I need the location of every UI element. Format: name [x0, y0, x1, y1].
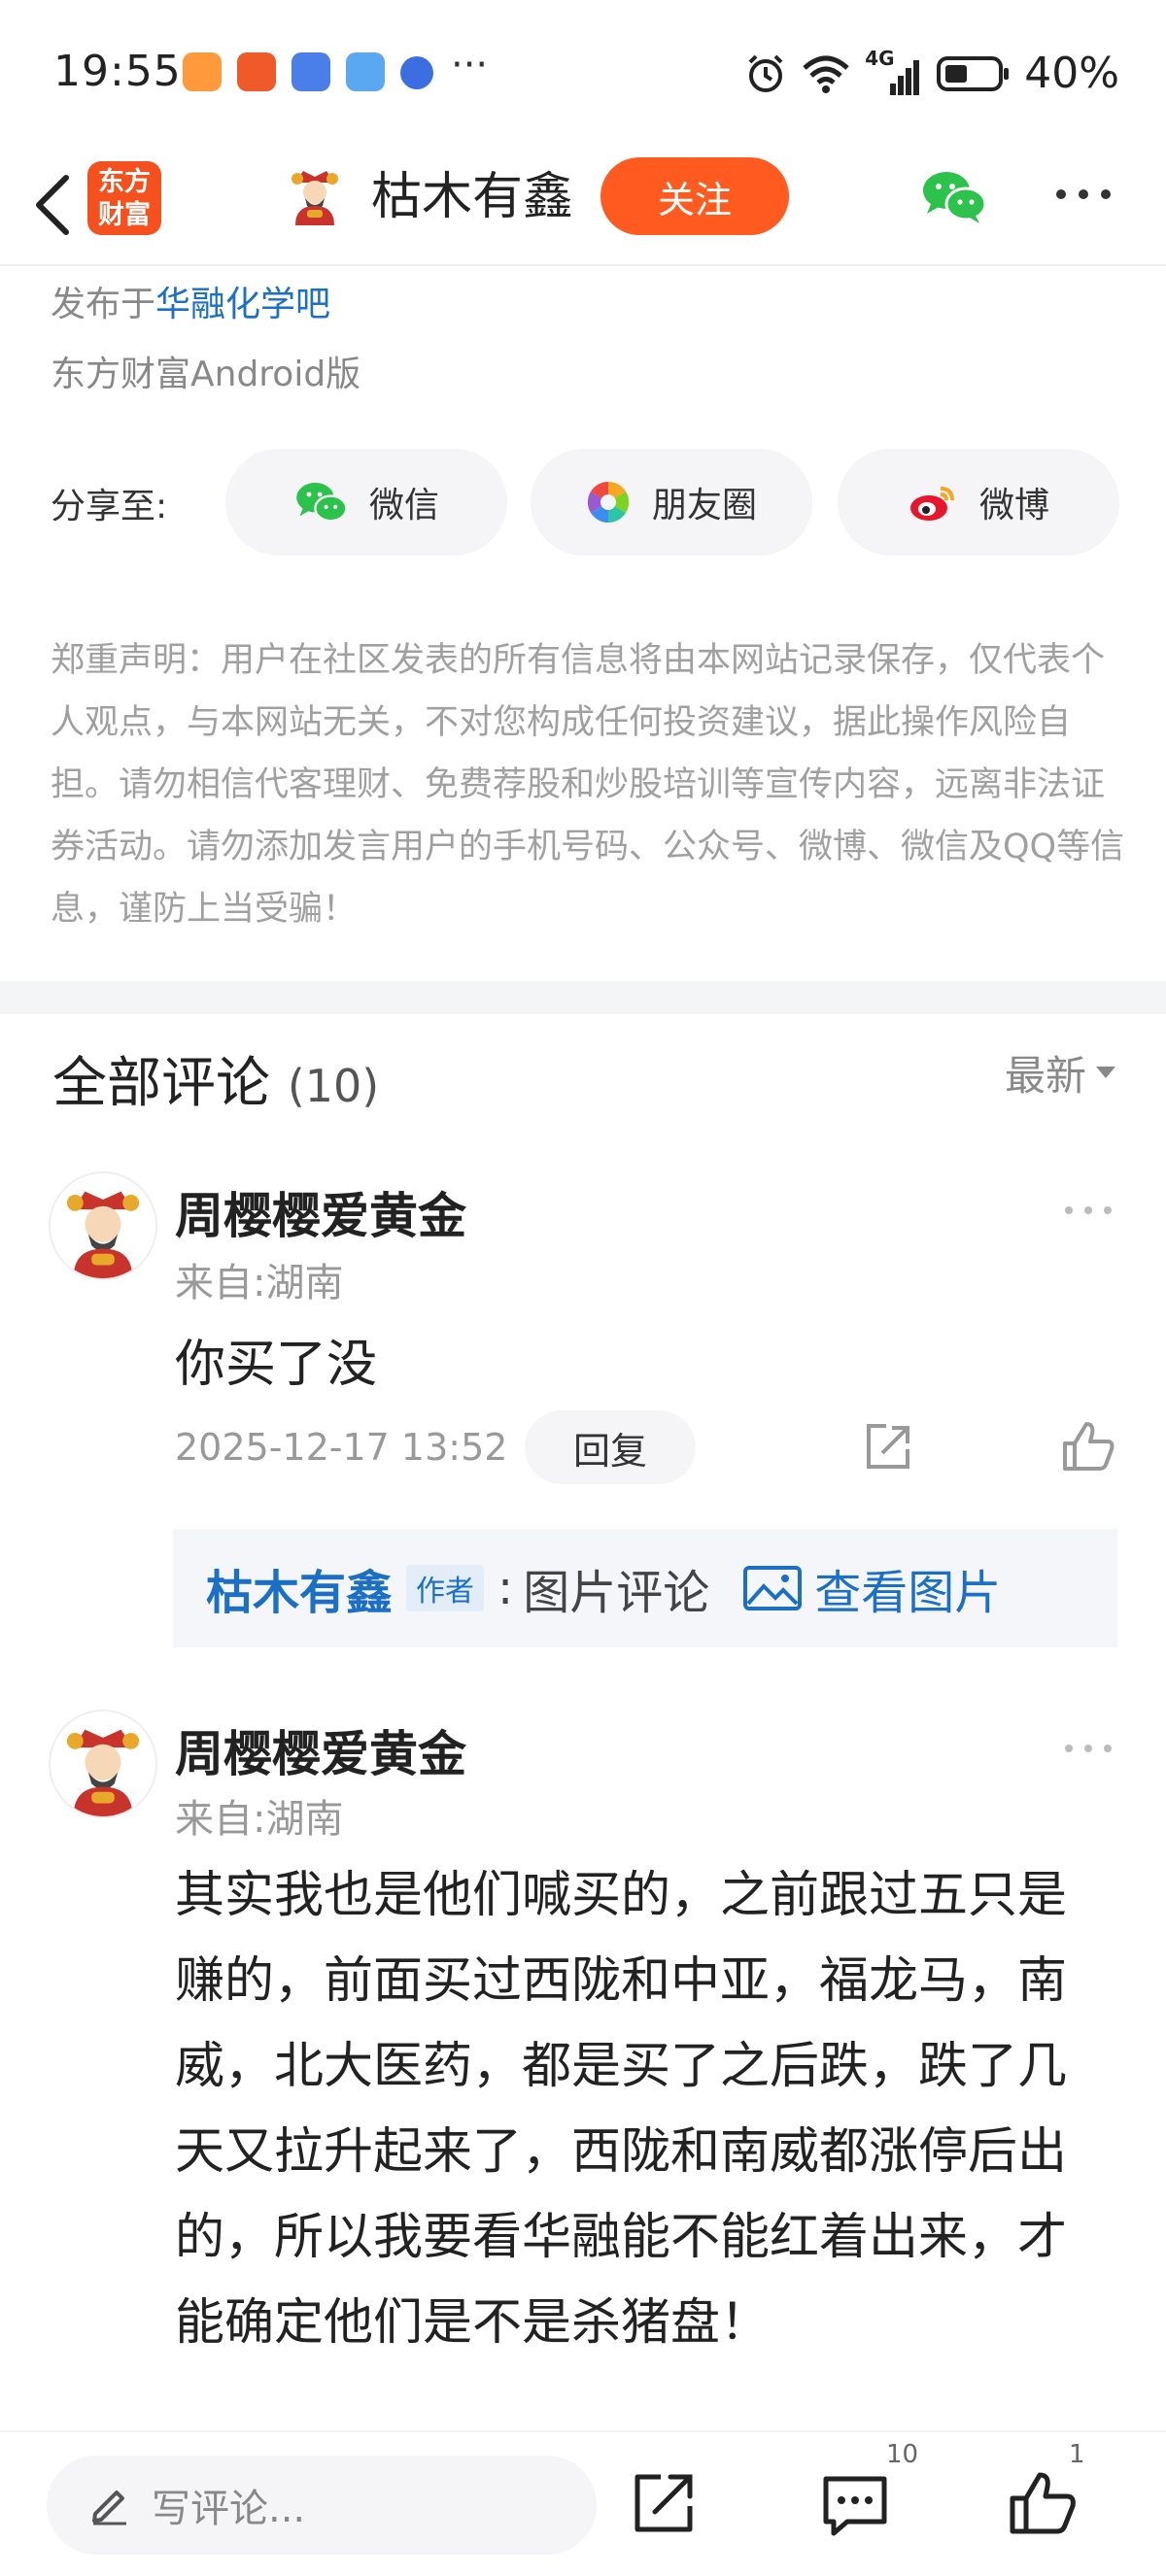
like-count-badge: 1 — [1069, 2440, 1085, 2469]
comment-like-icon[interactable] — [1059, 1418, 1117, 1476]
share-icon[interactable] — [626, 2467, 700, 2541]
comment-icon[interactable] — [818, 2467, 892, 2541]
chevron-left-icon — [36, 175, 69, 235]
comment-share-icon[interactable] — [859, 1418, 917, 1476]
post-source: 发布于华融化学吧 — [51, 276, 330, 326]
sort-dropdown[interactable]: 最新 — [1005, 1043, 1115, 1102]
published-prefix: 发布于 — [51, 285, 156, 324]
author-name[interactable]: 枯木有鑫 — [371, 163, 573, 231]
share-wechat-button[interactable]: 微信 — [225, 449, 507, 556]
comment-count-badge: 10 — [886, 2440, 919, 2469]
app-notification-icon — [292, 52, 330, 91]
app-notification-icon — [400, 56, 433, 89]
comment-input[interactable]: 写评论... — [47, 2456, 597, 2555]
caret-down-icon — [1096, 1066, 1115, 1078]
wechat-share-icon[interactable] — [919, 167, 987, 225]
comment-more-icon[interactable] — [1061, 1739, 1115, 1758]
author-avatar[interactable] — [284, 163, 346, 225]
avatar-image — [51, 1712, 155, 1816]
more-notifications-icon: ··· — [451, 43, 489, 87]
network-type: 4G — [865, 46, 895, 70]
wifi-icon — [803, 55, 849, 93]
comment-location: 来自:湖南 — [175, 1261, 344, 1305]
eastmoney-logo[interactable]: 东方 财富 — [87, 161, 161, 235]
sort-label: 最新 — [1004, 1052, 1086, 1100]
follow-button[interactable]: 关注 — [600, 157, 789, 235]
author-reply[interactable]: 枯木有鑫 作者 : 图片评论 查看图片 — [173, 1529, 1117, 1647]
share-weibo-button[interactable]: 微博 — [838, 449, 1119, 556]
logo-line2: 财富 — [98, 200, 151, 230]
share-moments-button[interactable]: 朋友圈 — [531, 449, 812, 556]
author-badge: 作者 — [406, 1565, 485, 1611]
weather-notification-icon — [346, 52, 385, 91]
comments-count: (10) — [287, 1060, 380, 1112]
alarm-icon — [748, 54, 783, 92]
app-notification-icon — [237, 52, 276, 91]
reply-separator: : — [497, 1561, 514, 1615]
comment-more-icon[interactable] — [1061, 1201, 1115, 1220]
stock-bar-link[interactable]: 华融化学吧 — [155, 285, 330, 324]
weibo-icon — [909, 487, 954, 521]
back-button[interactable] — [25, 163, 80, 247]
view-image-label: 查看图片 — [814, 1566, 1002, 1620]
status-time: 19:55 — [53, 47, 182, 96]
reply-author[interactable]: 枯木有鑫 — [206, 1554, 393, 1622]
pencil-icon — [92, 2491, 126, 2525]
legal-disclaimer: 郑重声明：用户在社区发表的所有信息将由本网站记录保存，仅代表个人观点，与本网站无… — [51, 641, 1125, 929]
reply-button[interactable]: 回复 — [525, 1410, 696, 1484]
comment-date: 2025-12-17 13:52 — [175, 1426, 508, 1469]
battery-percent: 40% — [1024, 49, 1119, 98]
reply-text: 图片评论 — [523, 1566, 710, 1620]
section-divider — [0, 981, 1166, 1014]
moments-icon — [587, 481, 630, 524]
app-header: 东方 财富 枯木有鑫 关注 — [0, 146, 1166, 266]
cellular-signal-icon: 4G — [865, 47, 923, 95]
bottom-action-bar: 写评论... 10 1 — [0, 2430, 1166, 2576]
comment-author[interactable]: 周樱樱爱黄金 — [175, 1715, 466, 1785]
comment-author[interactable]: 周樱樱爱黄金 — [175, 1177, 466, 1247]
comment-avatar[interactable] — [49, 1710, 157, 1818]
logo-line1: 东方 — [98, 167, 151, 197]
post-client: 东方财富Android版 — [51, 355, 361, 394]
avatar-image — [51, 1173, 155, 1278]
more-options-icon[interactable] — [1049, 175, 1117, 214]
share-weibo-label: 微博 — [978, 486, 1049, 525]
like-icon[interactable] — [1005, 2467, 1079, 2541]
comment-avatar[interactable] — [49, 1171, 157, 1280]
status-bar: 19:55 ··· 4G 40% — [0, 0, 1166, 146]
battery-icon — [937, 55, 1010, 91]
share-moments-label: 朋友圈 — [651, 486, 757, 525]
app-notification-icon — [183, 52, 222, 91]
image-icon — [743, 1566, 803, 1610]
comments-header: 全部评论 (10) — [52, 1039, 379, 1118]
comment-text: 你买了没 — [175, 1336, 378, 1394]
comments-title: 全部评论 — [52, 1052, 270, 1115]
share-wechat-label: 微信 — [368, 486, 439, 525]
comment-location: 来自:湖南 — [175, 1797, 344, 1842]
comment-text: 其实我也是他们喊买的，之前跟过五只是赚的，前面买过西陇和中亚，福龙马，南威，北大… — [175, 1867, 1068, 2352]
share-label: 分享至: — [51, 487, 168, 526]
wechat-icon — [296, 483, 348, 523]
comment-placeholder: 写评论... — [152, 2487, 306, 2531]
view-image-link[interactable]: 查看图片 — [742, 1554, 1001, 1622]
